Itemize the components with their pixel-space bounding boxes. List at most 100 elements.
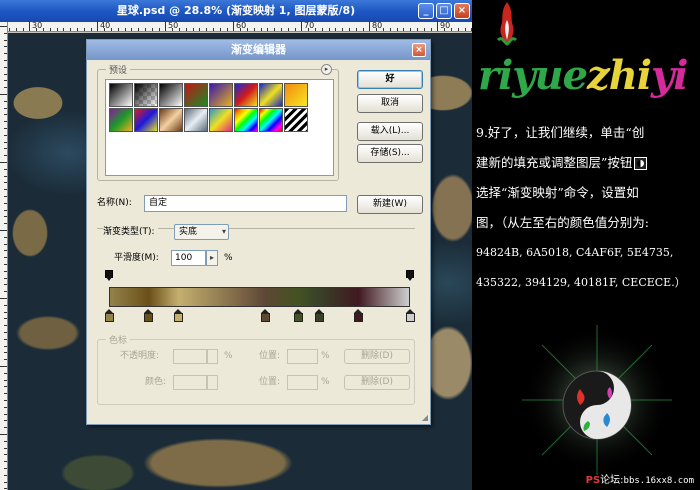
ruler-tick xyxy=(247,28,248,31)
preset-swatch[interactable] xyxy=(159,108,183,132)
name-field[interactable]: 自定 xyxy=(144,195,347,212)
gradient-preview-bar[interactable] xyxy=(109,287,410,307)
ruler-tick xyxy=(4,393,7,395)
ruler-tick xyxy=(29,21,31,31)
color-stop[interactable] xyxy=(315,309,325,322)
smoothness-field[interactable]: 100 xyxy=(171,250,206,266)
preset-swatch[interactable] xyxy=(109,83,133,107)
footer: PS论坛:bbs.16xx8.com xyxy=(586,471,694,486)
color-stop-swatch xyxy=(354,313,364,322)
ruler-tick xyxy=(97,21,99,31)
gradient-type-select[interactable]: 实底 ▾ xyxy=(174,224,229,240)
ruler-tick xyxy=(158,28,160,31)
color-stop[interactable] xyxy=(173,309,183,322)
ruler-tick xyxy=(63,28,65,31)
ruler-tick xyxy=(145,28,146,31)
color-location-label: 位置: xyxy=(259,377,281,387)
opacity-location-field[interactable] xyxy=(287,349,318,364)
preset-swatch[interactable] xyxy=(159,83,183,107)
delete-opacity-stop-button[interactable]: 删除(D) xyxy=(344,349,410,364)
footer-url[interactable]: bbs.16xx8.com xyxy=(624,476,694,486)
resize-grip-icon[interactable]: ◢ xyxy=(422,413,428,422)
ruler-tick xyxy=(199,28,201,31)
ruler-tick xyxy=(192,28,194,31)
tutorial-line: 9.好了，让我们继续，单击“创 xyxy=(476,125,645,140)
color-stop[interactable] xyxy=(261,309,271,322)
dialog-titlebar[interactable]: 渐变编辑器 × xyxy=(87,40,430,60)
ruler-tick xyxy=(308,28,310,31)
ruler-tick xyxy=(0,230,7,231)
close-icon[interactable]: × xyxy=(412,43,426,57)
color-stop[interactable] xyxy=(354,309,364,322)
ruler-tick xyxy=(4,236,7,238)
delete-color-stop-button[interactable]: 删除(D) xyxy=(344,375,410,390)
ruler-tick xyxy=(457,28,459,31)
opacity-stop[interactable] xyxy=(105,270,113,282)
ruler-tick xyxy=(423,28,425,31)
ruler-tick xyxy=(4,107,7,109)
ruler-tick xyxy=(0,366,7,367)
color-stop[interactable] xyxy=(294,309,304,322)
ruler-tick xyxy=(274,28,276,31)
cancel-button[interactable]: 取消 xyxy=(357,94,423,113)
ruler-tick xyxy=(4,325,7,327)
opacity-field[interactable] xyxy=(173,349,207,364)
minimize-icon[interactable]: _ xyxy=(418,3,434,19)
preset-swatch[interactable] xyxy=(234,83,258,107)
yin-yang-logo-icon xyxy=(522,325,672,475)
ok-button[interactable]: 好 xyxy=(357,70,423,89)
ruler-tick xyxy=(70,28,72,31)
ruler-tick xyxy=(4,202,7,204)
opacity-arrow[interactable] xyxy=(207,349,218,364)
preset-swatch[interactable] xyxy=(184,108,208,132)
color-field[interactable] xyxy=(173,375,207,390)
ruler-tick xyxy=(321,28,323,31)
preset-swatch[interactable] xyxy=(209,108,233,132)
ruler-tick xyxy=(4,386,7,388)
ruler-tick xyxy=(77,28,78,31)
presets-menu-icon[interactable]: ▸ xyxy=(321,64,332,75)
ruler-tick xyxy=(4,87,7,89)
ruler-tick xyxy=(4,148,7,150)
tutorial-line: 94824B, 6A5018, C4AF6F, 5E4735, xyxy=(476,246,674,259)
save-button[interactable]: 存储(S)... xyxy=(357,144,423,163)
preset-swatch[interactable] xyxy=(209,83,233,107)
ruler-tick xyxy=(4,121,7,123)
ruler-tick xyxy=(83,28,85,31)
site-logo: riyuezhiyi xyxy=(478,52,688,100)
chevron-right-icon[interactable]: ▸ xyxy=(206,250,218,266)
color-stop[interactable] xyxy=(143,309,153,322)
preset-swatch[interactable] xyxy=(234,108,258,132)
maximize-icon[interactable]: □ xyxy=(436,3,452,19)
color-arrow[interactable] xyxy=(207,375,218,390)
ruler-tick xyxy=(4,175,7,177)
preset-swatch[interactable] xyxy=(284,108,308,132)
preset-swatch[interactable] xyxy=(184,83,208,107)
preset-swatch[interactable] xyxy=(259,83,283,107)
preset-swatch[interactable] xyxy=(134,108,158,132)
preset-swatch[interactable] xyxy=(259,108,283,132)
opacity-stop[interactable] xyxy=(406,270,414,282)
color-stop[interactable] xyxy=(405,309,415,322)
ruler-tick xyxy=(4,474,7,476)
ruler-tick xyxy=(4,182,7,184)
color-location-field[interactable] xyxy=(287,375,318,390)
close-icon[interactable]: × xyxy=(454,3,470,19)
document-titlebar[interactable]: 星球.psd @ 28.8% (渐变映射 1, 图层蒙版/8) _ □ × xyxy=(0,0,472,22)
ruler-tick xyxy=(206,28,208,31)
preset-swatch[interactable] xyxy=(134,83,158,107)
footer-ps: PS xyxy=(585,475,601,486)
color-stop[interactable] xyxy=(104,309,114,322)
ruler-tick xyxy=(4,32,7,34)
ruler-tick xyxy=(4,46,7,48)
ruler-tick xyxy=(294,28,296,31)
new-button[interactable]: 新建(W) xyxy=(357,195,423,214)
chevron-down-icon: ▾ xyxy=(221,227,226,236)
opacity-unit: % xyxy=(224,351,233,361)
ruler-tick xyxy=(226,28,228,31)
preset-swatch[interactable] xyxy=(284,83,308,107)
tutorial-line: 建新的填充或调整图层”按钮 xyxy=(476,148,696,178)
preset-swatch[interactable] xyxy=(109,108,133,132)
load-button[interactable]: 载入(L)... xyxy=(357,122,423,141)
ruler-tick xyxy=(396,28,398,31)
